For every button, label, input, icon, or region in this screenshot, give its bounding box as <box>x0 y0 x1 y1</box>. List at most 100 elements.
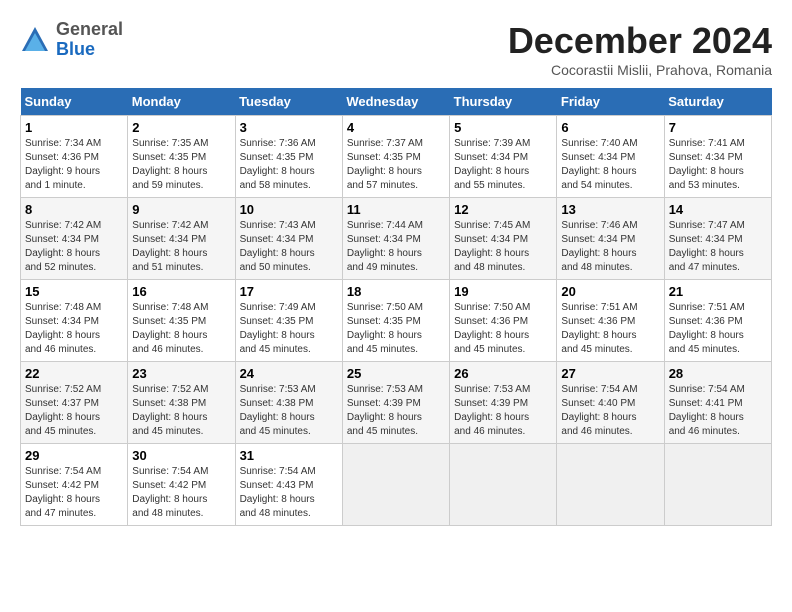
day-info: Sunrise: 7:43 AM Sunset: 4:34 PM Dayligh… <box>240 219 338 275</box>
day-info: Sunrise: 7:41 AM Sunset: 4:34 PM Dayligh… <box>669 137 767 193</box>
week-row-3: 15 Sunrise: 7:48 AM Sunset: 4:34 PM Dayli… <box>21 280 772 362</box>
day-header-friday: Friday <box>557 88 664 116</box>
day-cell <box>342 444 449 526</box>
header: General Blue December 2024 Cocorastii Mi… <box>20 20 772 78</box>
day-info: Sunrise: 7:54 AM Sunset: 4:40 PM Dayligh… <box>561 383 659 439</box>
day-info: Sunrise: 7:42 AM Sunset: 4:34 PM Dayligh… <box>132 219 230 275</box>
calendar-header-row: SundayMondayTuesdayWednesdayThursdayFrid… <box>21 88 772 116</box>
day-number: 15 <box>25 284 123 299</box>
day-cell: 18Sunrise: 7:50 AM Sunset: 4:35 PM Dayli… <box>342 280 449 362</box>
day-cell: 19 Sunrise: 7:50 AM Sunset: 4:36 PM Dayli… <box>450 280 557 362</box>
day-cell: 10Sunrise: 7:43 AM Sunset: 4:34 PM Dayli… <box>235 198 342 280</box>
calendar-subtitle: Cocorastii Mislii, Prahova, Romania <box>508 62 772 78</box>
day-info: Sunrise: 7:50 AM Sunset: 4:36 PM Dayligh… <box>454 301 552 357</box>
day-number: 20 <box>561 284 659 299</box>
day-number: 2 <box>132 120 230 135</box>
day-header-tuesday: Tuesday <box>235 88 342 116</box>
day-info: Sunrise: 7:53 AM Sunset: 4:39 PM Dayligh… <box>454 383 552 439</box>
day-cell: 17Sunrise: 7:49 AM Sunset: 4:35 PM Dayli… <box>235 280 342 362</box>
day-number: 6 <box>561 120 659 135</box>
day-info: Sunrise: 7:44 AM Sunset: 4:34 PM Dayligh… <box>347 219 445 275</box>
day-cell: 22 Sunrise: 7:52 AM Sunset: 4:37 PM Dayli… <box>21 362 128 444</box>
day-cell: 16 Sunrise: 7:48 AM Sunset: 4:35 PM Dayli… <box>128 280 235 362</box>
logo-blue-text: Blue <box>56 39 95 59</box>
day-number: 9 <box>132 202 230 217</box>
day-info: Sunrise: 7:34 AM Sunset: 4:36 PM Dayligh… <box>25 137 123 193</box>
day-info: Sunrise: 7:54 AM Sunset: 4:42 PM Dayligh… <box>132 465 230 521</box>
day-cell: 14Sunrise: 7:47 AM Sunset: 4:34 PM Dayli… <box>664 198 771 280</box>
calendar-title: December 2024 <box>508 20 772 62</box>
day-header-sunday: Sunday <box>21 88 128 116</box>
day-info: Sunrise: 7:49 AM Sunset: 4:35 PM Dayligh… <box>240 301 338 357</box>
day-number: 25 <box>347 366 445 381</box>
day-number: 27 <box>561 366 659 381</box>
day-number: 19 <box>454 284 552 299</box>
day-info: Sunrise: 7:42 AM Sunset: 4:34 PM Dayligh… <box>25 219 123 275</box>
day-cell: 2 Sunrise: 7:35 AM Sunset: 4:35 PM Daylig… <box>128 116 235 198</box>
day-cell: 25 Sunrise: 7:53 AM Sunset: 4:39 PM Dayli… <box>342 362 449 444</box>
day-number: 24 <box>240 366 338 381</box>
day-info: Sunrise: 7:48 AM Sunset: 4:35 PM Dayligh… <box>132 301 230 357</box>
day-cell: 11 Sunrise: 7:44 AM Sunset: 4:34 PM Dayli… <box>342 198 449 280</box>
day-number: 7 <box>669 120 767 135</box>
day-cell: 24Sunrise: 7:53 AM Sunset: 4:38 PM Dayli… <box>235 362 342 444</box>
day-cell: 23 Sunrise: 7:52 AM Sunset: 4:38 PM Dayli… <box>128 362 235 444</box>
day-number: 8 <box>25 202 123 217</box>
day-header-monday: Monday <box>128 88 235 116</box>
day-number: 22 <box>25 366 123 381</box>
day-info: Sunrise: 7:40 AM Sunset: 4:34 PM Dayligh… <box>561 137 659 193</box>
day-number: 13 <box>561 202 659 217</box>
day-info: Sunrise: 7:51 AM Sunset: 4:36 PM Dayligh… <box>669 301 767 357</box>
day-cell: 4 Sunrise: 7:37 AM Sunset: 4:35 PM Daylig… <box>342 116 449 198</box>
day-cell <box>450 444 557 526</box>
day-cell: 29Sunrise: 7:54 AM Sunset: 4:42 PM Dayli… <box>21 444 128 526</box>
day-cell: 5Sunrise: 7:39 AM Sunset: 4:34 PM Daylig… <box>450 116 557 198</box>
day-cell: 7 Sunrise: 7:41 AM Sunset: 4:34 PM Daylig… <box>664 116 771 198</box>
day-cell: 15 Sunrise: 7:48 AM Sunset: 4:34 PM Dayli… <box>21 280 128 362</box>
day-header-wednesday: Wednesday <box>342 88 449 116</box>
day-number: 14 <box>669 202 767 217</box>
logo-general-text: General <box>56 19 123 39</box>
logo-icon <box>20 25 50 55</box>
day-info: Sunrise: 7:45 AM Sunset: 4:34 PM Dayligh… <box>454 219 552 275</box>
day-info: Sunrise: 7:53 AM Sunset: 4:39 PM Dayligh… <box>347 383 445 439</box>
week-row-1: 1 Sunrise: 7:34 AM Sunset: 4:36 PM Daylig… <box>21 116 772 198</box>
day-number: 16 <box>132 284 230 299</box>
day-number: 5 <box>454 120 552 135</box>
day-info: Sunrise: 7:35 AM Sunset: 4:35 PM Dayligh… <box>132 137 230 193</box>
day-cell: 28 Sunrise: 7:54 AM Sunset: 4:41 PM Dayli… <box>664 362 771 444</box>
day-cell: 26 Sunrise: 7:53 AM Sunset: 4:39 PM Dayli… <box>450 362 557 444</box>
week-row-2: 8 Sunrise: 7:42 AM Sunset: 4:34 PM Daylig… <box>21 198 772 280</box>
day-cell: 27 Sunrise: 7:54 AM Sunset: 4:40 PM Dayli… <box>557 362 664 444</box>
day-number: 31 <box>240 448 338 463</box>
day-number: 1 <box>25 120 123 135</box>
title-area: December 2024 Cocorastii Mislii, Prahova… <box>508 20 772 78</box>
day-info: Sunrise: 7:36 AM Sunset: 4:35 PM Dayligh… <box>240 137 338 193</box>
day-cell: 8 Sunrise: 7:42 AM Sunset: 4:34 PM Daylig… <box>21 198 128 280</box>
day-cell <box>664 444 771 526</box>
day-info: Sunrise: 7:54 AM Sunset: 4:42 PM Dayligh… <box>25 465 123 521</box>
day-header-thursday: Thursday <box>450 88 557 116</box>
day-header-saturday: Saturday <box>664 88 771 116</box>
day-number: 11 <box>347 202 445 217</box>
day-info: Sunrise: 7:50 AM Sunset: 4:35 PM Dayligh… <box>347 301 445 357</box>
day-cell: 30Sunrise: 7:54 AM Sunset: 4:42 PM Dayli… <box>128 444 235 526</box>
day-info: Sunrise: 7:54 AM Sunset: 4:41 PM Dayligh… <box>669 383 767 439</box>
day-number: 26 <box>454 366 552 381</box>
day-info: Sunrise: 7:37 AM Sunset: 4:35 PM Dayligh… <box>347 137 445 193</box>
day-number: 3 <box>240 120 338 135</box>
day-cell: 9 Sunrise: 7:42 AM Sunset: 4:34 PM Daylig… <box>128 198 235 280</box>
day-number: 12 <box>454 202 552 217</box>
day-number: 28 <box>669 366 767 381</box>
day-number: 4 <box>347 120 445 135</box>
day-cell: 1 Sunrise: 7:34 AM Sunset: 4:36 PM Daylig… <box>21 116 128 198</box>
calendar-table: SundayMondayTuesdayWednesdayThursdayFrid… <box>20 88 772 526</box>
day-number: 23 <box>132 366 230 381</box>
day-info: Sunrise: 7:52 AM Sunset: 4:37 PM Dayligh… <box>25 383 123 439</box>
day-cell: 13Sunrise: 7:46 AM Sunset: 4:34 PM Dayli… <box>557 198 664 280</box>
day-info: Sunrise: 7:48 AM Sunset: 4:34 PM Dayligh… <box>25 301 123 357</box>
logo: General Blue <box>20 20 123 60</box>
day-cell: 6 Sunrise: 7:40 AM Sunset: 4:34 PM Daylig… <box>557 116 664 198</box>
day-cell: 31Sunrise: 7:54 AM Sunset: 4:43 PM Dayli… <box>235 444 342 526</box>
day-info: Sunrise: 7:52 AM Sunset: 4:38 PM Dayligh… <box>132 383 230 439</box>
